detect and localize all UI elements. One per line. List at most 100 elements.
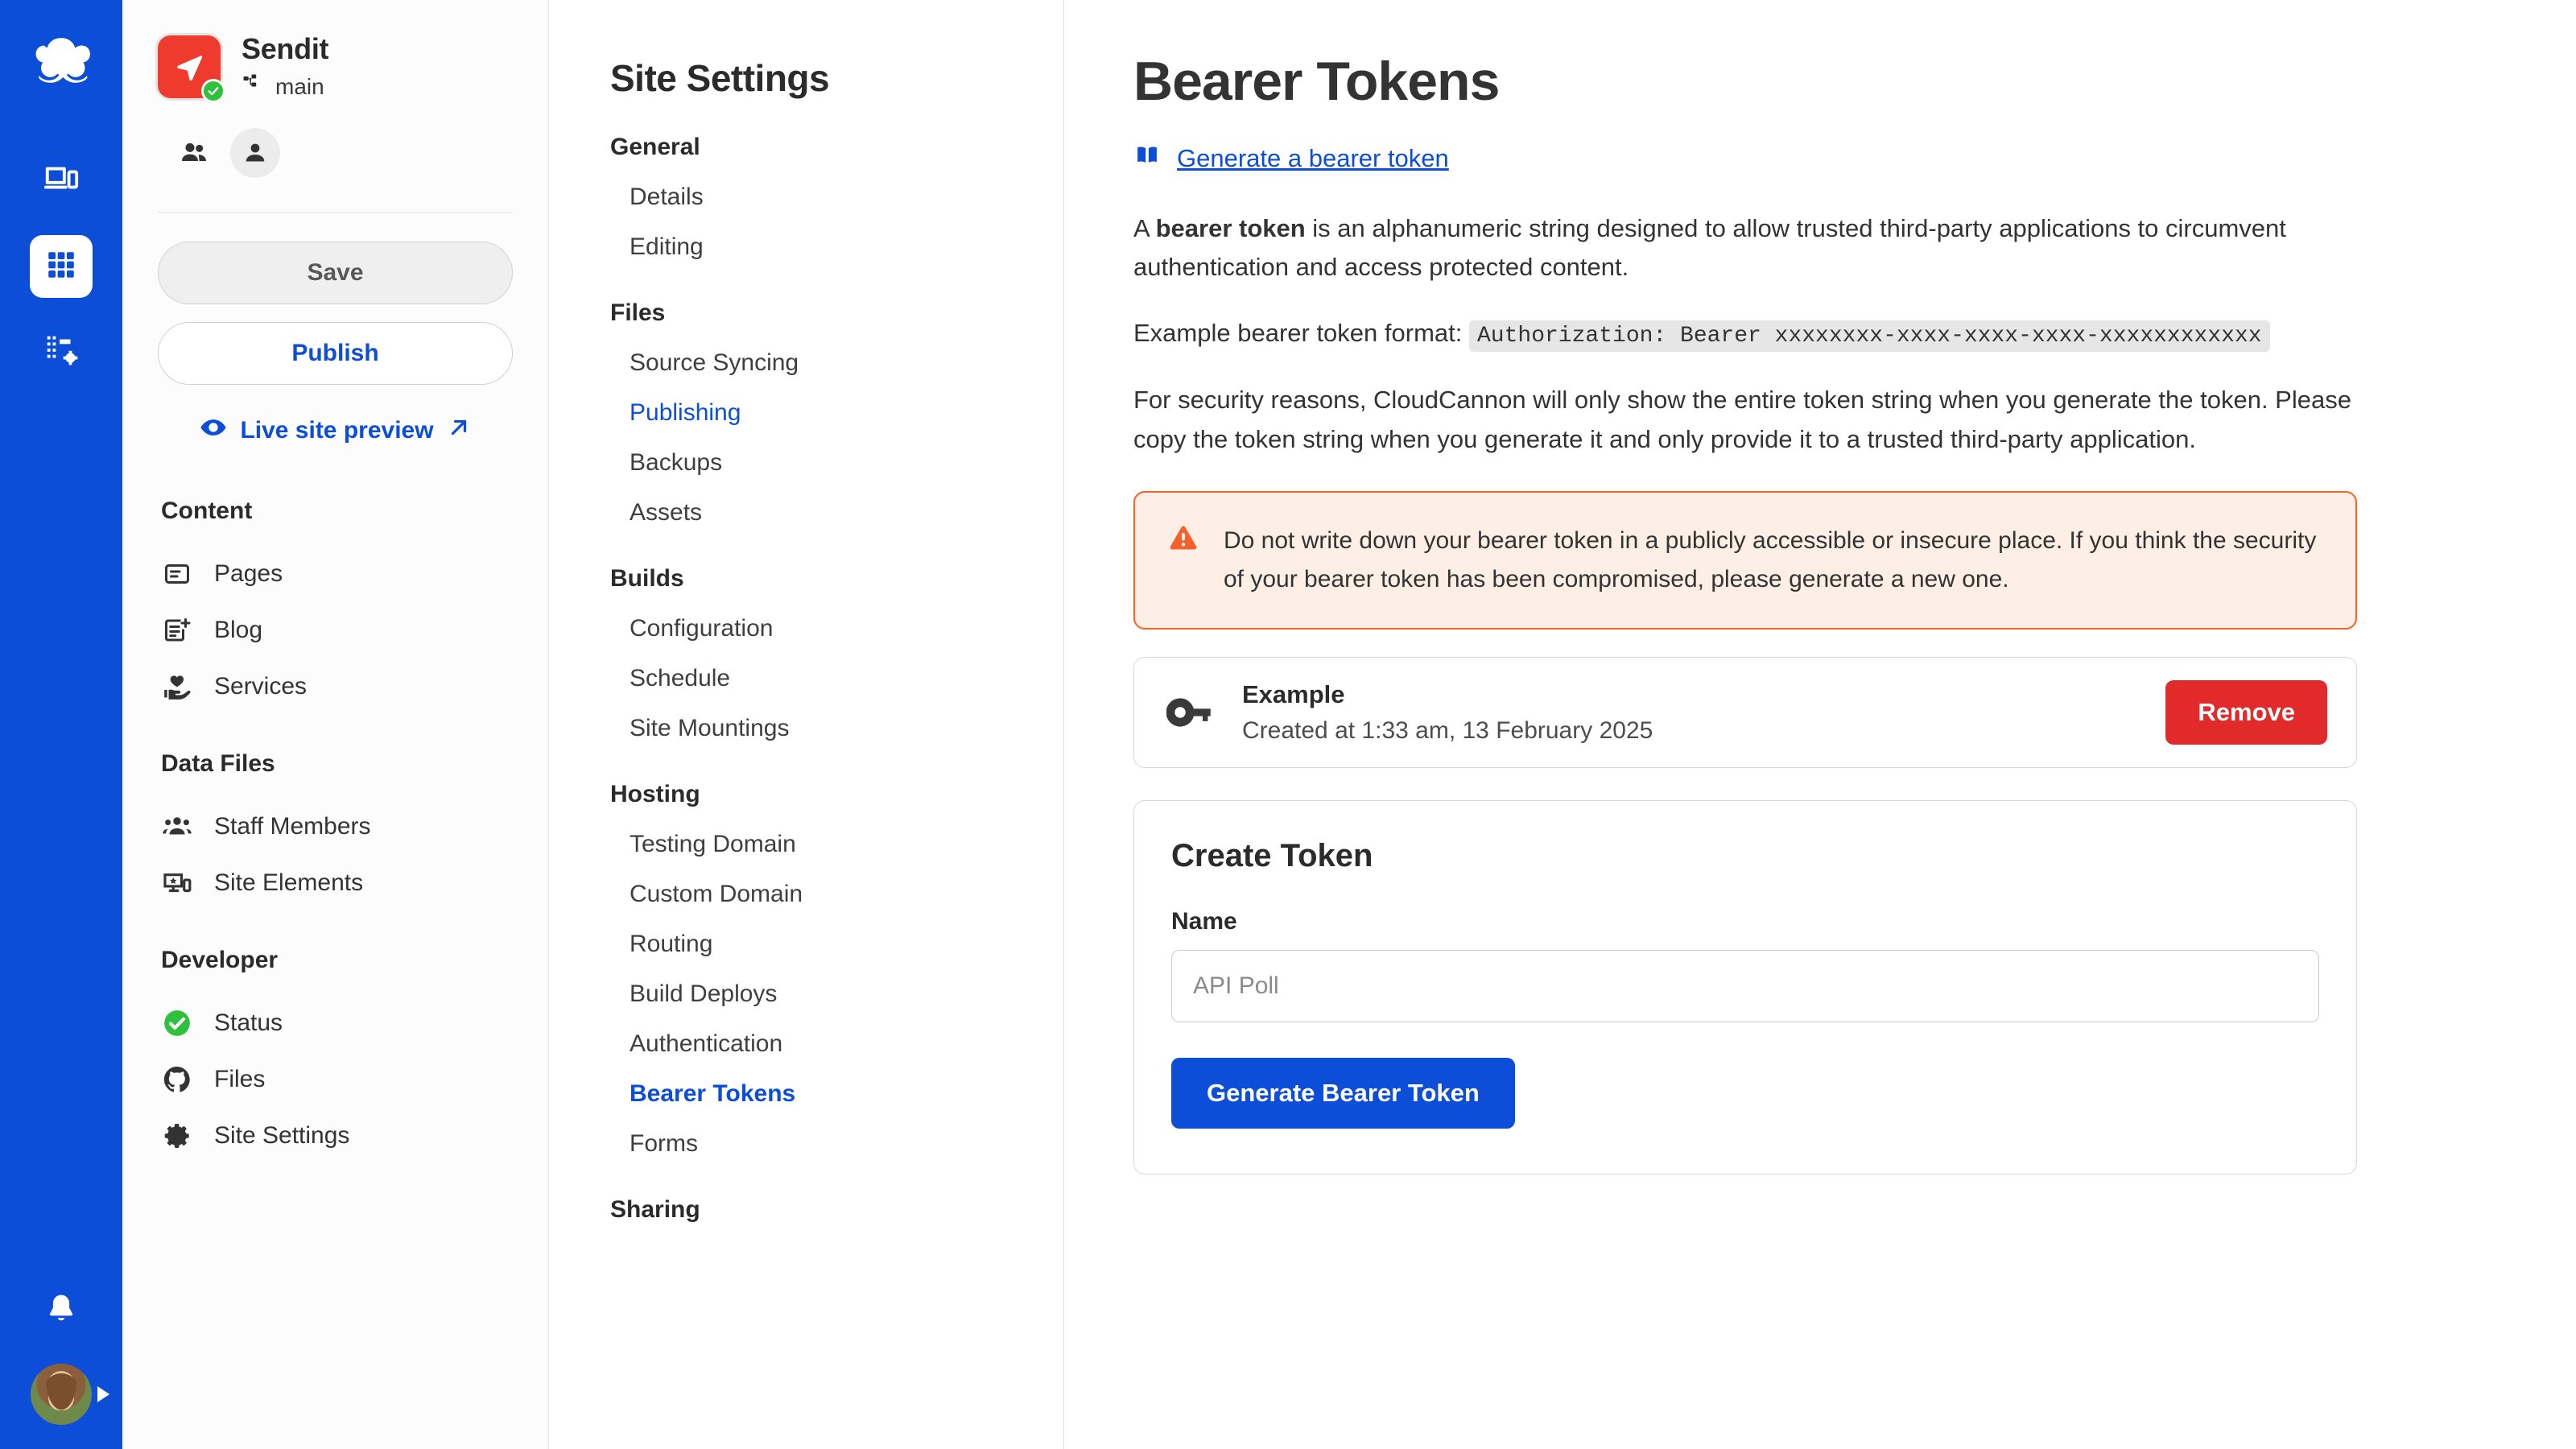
branch-icon [242, 72, 266, 101]
key-icon [1163, 695, 1220, 730]
primary-rail [0, 0, 122, 1449]
rail-item-apps[interactable] [30, 235, 93, 298]
site-name: Sendit [242, 32, 328, 66]
token-name: Example [1242, 680, 2165, 709]
settings-item-source-syncing[interactable]: Source Syncing [610, 338, 1063, 388]
settings-group-title: Builds [610, 565, 1063, 592]
settings-group-builds: Builds Configuration Schedule Site Mount… [610, 565, 1063, 753]
token-name-label: Name [1171, 908, 2319, 935]
sidebar-item-site-settings[interactable]: Site Settings [158, 1108, 513, 1164]
status-check-icon [161, 1007, 193, 1039]
caret-right-icon[interactable] [97, 1386, 109, 1402]
main-content: Bearer Tokens Generate a bearer token A … [1064, 0, 2576, 1449]
sidebar-item-label: Services [214, 673, 307, 700]
security-warning-banner: Do not write down your bearer token in a… [1133, 491, 2357, 630]
settings-item-editing[interactable]: Editing [610, 222, 1063, 272]
avatar[interactable] [31, 1364, 92, 1425]
rail-item-devices[interactable] [30, 150, 93, 213]
intro-prefix: A [1133, 214, 1156, 242]
nav-group-content-title: Content [161, 497, 513, 525]
person-icon[interactable] [230, 128, 280, 178]
intro-suffix: is an alphanumeric string designed to al… [1133, 214, 2286, 281]
settings-group-general: General Details Editing [610, 134, 1063, 272]
site-identity[interactable]: Sendit main [158, 32, 513, 101]
generate-bearer-token-button[interactable]: Generate Bearer Token [1171, 1058, 1515, 1129]
settings-item-authentication[interactable]: Authentication [610, 1019, 1063, 1069]
settings-item-testing-domain[interactable]: Testing Domain [610, 819, 1063, 869]
save-button[interactable]: Save [158, 242, 513, 304]
settings-item-build-deploys[interactable]: Build Deploys [610, 969, 1063, 1019]
settings-item-bearer-tokens[interactable]: Bearer Tokens [610, 1069, 1063, 1119]
sidebar-item-blog[interactable]: Blog [158, 602, 513, 658]
settings-item-details[interactable]: Details [610, 172, 1063, 222]
github-icon [161, 1063, 193, 1096]
site-header: Sendit main [122, 0, 548, 213]
settings-item-custom-domain[interactable]: Custom Domain [610, 869, 1063, 919]
book-icon [1133, 143, 1161, 174]
generate-bearer-token-doc-link[interactable]: Generate a bearer token [1133, 143, 1449, 174]
generate-bearer-token-doc-link-label: Generate a bearer token [1177, 144, 1449, 173]
sidebar-item-label: Files [214, 1066, 265, 1093]
settings-item-forms[interactable]: Forms [610, 1119, 1063, 1169]
settings-item-routing[interactable]: Routing [610, 919, 1063, 969]
site-actions: Save Publish Live site preview [122, 213, 548, 448]
settings-item-site-mountings[interactable]: Site Mountings [610, 704, 1063, 753]
site-branch: main [242, 72, 328, 101]
rail-item-organisation-settings[interactable] [30, 320, 93, 383]
token-created-at: Created at 1:33 am, 13 February 2025 [1242, 717, 2165, 745]
sidebar-item-pages[interactable]: Pages [158, 546, 513, 602]
avatar-image [31, 1364, 92, 1425]
site-elements-icon [161, 867, 193, 899]
external-link-arrow-icon [447, 415, 471, 446]
remove-token-button[interactable]: Remove [2165, 680, 2327, 745]
site-meta: Sendit main [242, 32, 328, 101]
site-sidebar: Sendit main [122, 0, 549, 1449]
bell-icon[interactable] [43, 1292, 79, 1331]
sidebar-item-status[interactable]: Status [158, 995, 513, 1051]
sidebar-item-services[interactable]: Services [158, 658, 513, 715]
sidebar-item-label: Site Settings [214, 1122, 349, 1150]
page-title: Bearer Tokens [1133, 50, 2504, 113]
settings-item-backups[interactable]: Backups [610, 438, 1063, 488]
live-site-preview-link[interactable]: Live site preview [158, 414, 513, 448]
site-logo-wrap [158, 35, 221, 98]
settings-item-publishing[interactable]: Publishing [610, 388, 1063, 438]
sidebar-item-label: Site Elements [214, 869, 363, 897]
create-token-title: Create Token [1171, 838, 2319, 874]
settings-item-configuration[interactable]: Configuration [610, 604, 1063, 654]
collaborators [169, 128, 513, 178]
warning-triangle-icon [1167, 522, 1199, 558]
create-token-card: Create Token Name Generate Bearer Token [1133, 800, 2357, 1174]
gear-icon [161, 1120, 193, 1152]
settings-group-title: Hosting [610, 781, 1063, 808]
heart-hand-icon [161, 671, 193, 703]
settings-group-title: General [610, 134, 1063, 161]
token-info: Example Created at 1:33 am, 13 February … [1242, 680, 2165, 745]
sidebar-item-site-elements[interactable]: Site Elements [158, 855, 513, 911]
rail-icon-list [30, 150, 93, 383]
cloudcannon-logo-icon[interactable] [31, 31, 91, 90]
settings-menu-title: Site Settings [610, 56, 1063, 100]
rail-bottom [0, 1292, 122, 1425]
settings-item-assets[interactable]: Assets [610, 488, 1063, 538]
sidebar-nav: Content Pages Blog [122, 462, 548, 1164]
publish-button[interactable]: Publish [158, 322, 513, 385]
nav-group-data-files-title: Data Files [161, 750, 513, 778]
example-format-label: Example bearer token format: [1133, 319, 1462, 347]
settings-group-title: Files [610, 299, 1063, 327]
grid-apps-icon [44, 248, 78, 286]
security-note-paragraph: For security reasons, CloudCannon will o… [1133, 381, 2357, 458]
token-list-item: Example Created at 1:33 am, 13 February … [1133, 657, 2357, 768]
devices-icon [43, 161, 80, 202]
intro-bold-term: bearer token [1156, 214, 1306, 242]
people-icon[interactable] [169, 128, 219, 178]
sidebar-item-files[interactable]: Files [158, 1051, 513, 1108]
token-name-input[interactable] [1171, 950, 2319, 1022]
sidebar-item-staff-members[interactable]: Staff Members [158, 799, 513, 855]
check-circle-icon [201, 79, 225, 103]
app-root: Sendit main [0, 0, 2576, 1449]
sidebar-item-label: Staff Members [214, 813, 371, 840]
settings-item-schedule[interactable]: Schedule [610, 654, 1063, 704]
settings-group-title: Sharing [610, 1196, 1063, 1224]
blog-post-icon [161, 614, 193, 646]
